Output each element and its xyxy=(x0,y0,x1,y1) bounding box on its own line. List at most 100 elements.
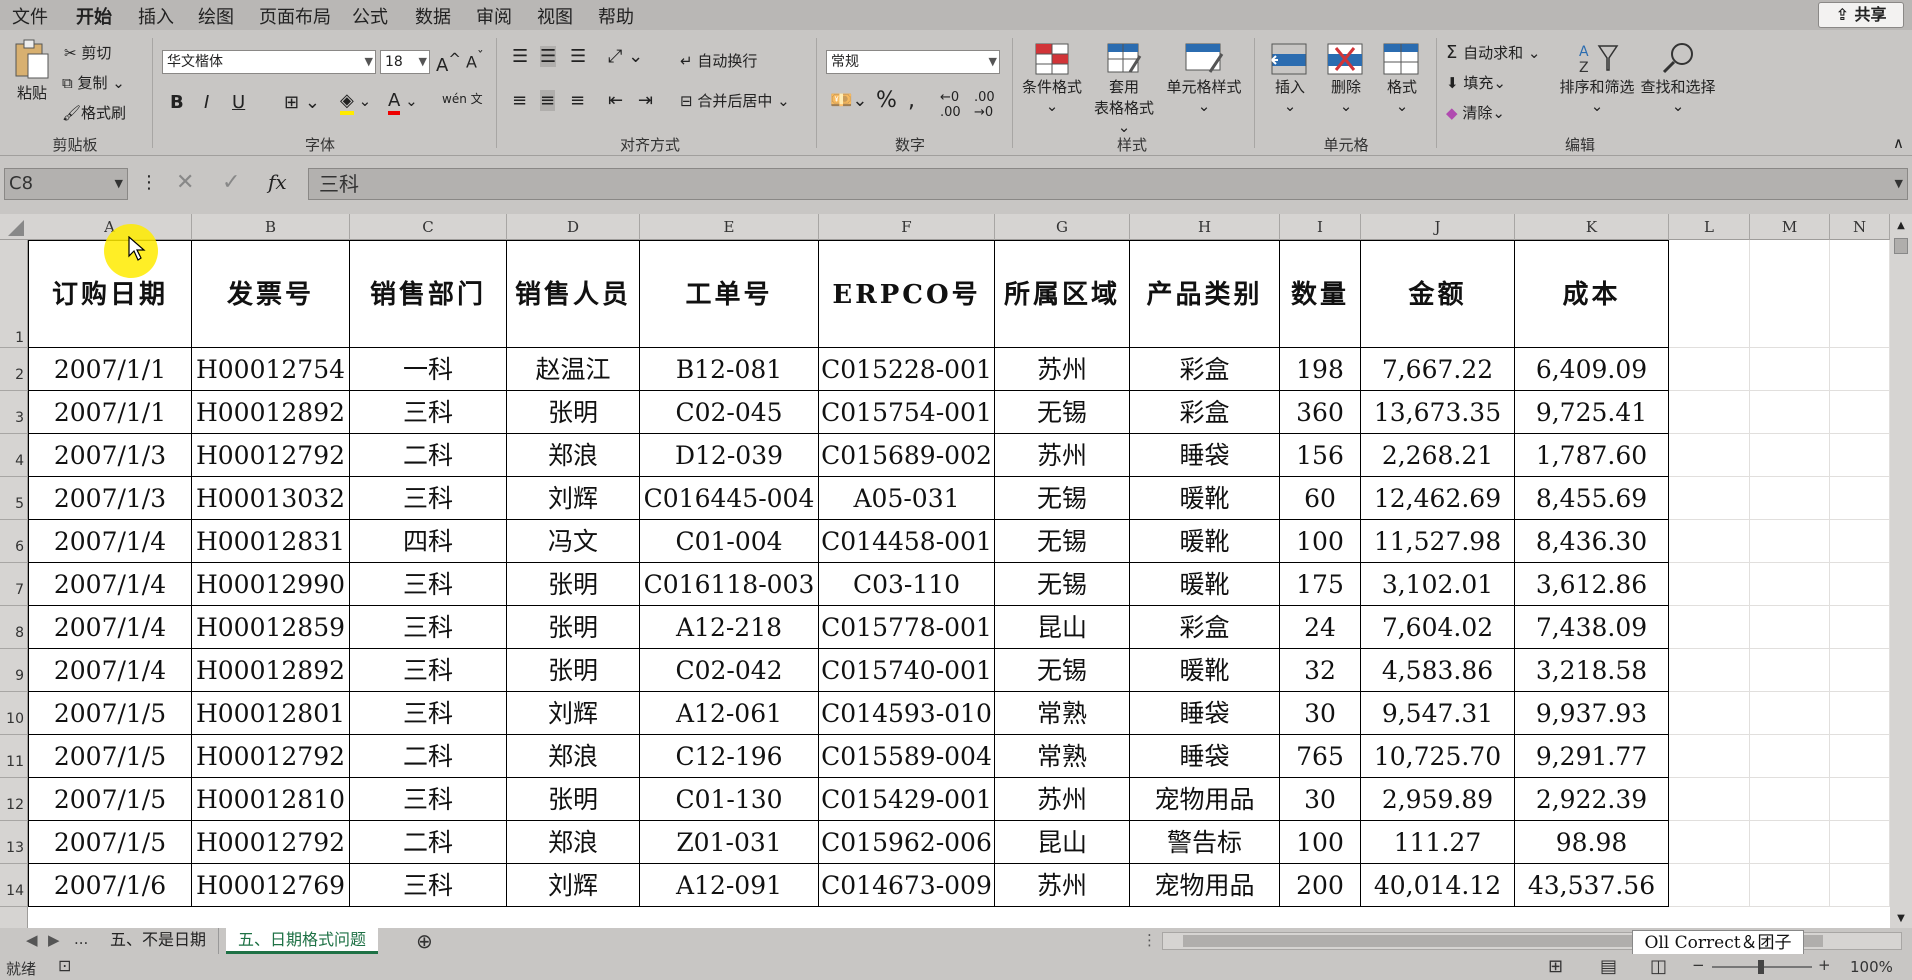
table-cell[interactable]: C015754-001 xyxy=(819,391,995,434)
table-header-cell[interactable]: 所属区域 xyxy=(995,240,1130,348)
empty-cell[interactable] xyxy=(1750,348,1830,391)
cut-button[interactable]: ✂ 剪切 xyxy=(64,42,111,63)
table-cell[interactable]: 刘辉 xyxy=(507,864,640,907)
menu-insert[interactable]: 插入 xyxy=(138,3,174,29)
table-cell[interactable]: 二科 xyxy=(350,821,507,864)
tab-split-handle[interactable]: ⋮ xyxy=(1142,931,1157,949)
table-cell[interactable]: 2007/1/4 xyxy=(28,649,192,692)
italic-button[interactable]: I xyxy=(204,92,209,113)
column-header-j[interactable]: J xyxy=(1361,214,1515,240)
column-header-f[interactable]: F xyxy=(819,214,995,240)
formula-input[interactable]: 三科 ▼ xyxy=(308,168,1908,200)
add-sheet-button[interactable]: ⊕ xyxy=(416,929,433,953)
table-cell[interactable]: A12-218 xyxy=(640,606,819,649)
menu-data[interactable]: 数据 xyxy=(415,3,451,29)
table-header-cell[interactable]: ERPCO号 xyxy=(819,240,995,348)
table-cell[interactable]: H00013032 xyxy=(192,477,350,520)
row-header-12[interactable]: 12 xyxy=(0,778,28,821)
table-cell[interactable]: H00012792 xyxy=(192,821,350,864)
format-painter-button[interactable]: 🖌格式刷 xyxy=(62,102,126,123)
table-cell[interactable]: 刘辉 xyxy=(507,477,640,520)
menu-file[interactable]: 文件 xyxy=(12,3,48,29)
table-cell[interactable]: 苏州 xyxy=(995,864,1130,907)
sort-filter-button[interactable]: AZ 排序和筛选 ⌄ xyxy=(1556,40,1638,115)
row-header-6[interactable]: 6 xyxy=(0,520,28,563)
table-cell[interactable]: 2007/1/5 xyxy=(28,692,192,735)
table-cell[interactable]: H00012859 xyxy=(192,606,350,649)
table-cell[interactable]: 睡袋 xyxy=(1130,434,1280,477)
table-cell[interactable]: 三科 xyxy=(350,692,507,735)
empty-cell[interactable] xyxy=(1830,821,1890,864)
row-header-2[interactable]: 2 xyxy=(0,348,28,391)
scroll-down-icon[interactable]: ▼ xyxy=(1893,913,1909,925)
table-header-cell[interactable]: 销售部门 xyxy=(350,240,507,348)
align-left-button[interactable]: ≡ xyxy=(512,90,527,111)
empty-cell[interactable] xyxy=(1750,563,1830,606)
row-header-10[interactable]: 10 xyxy=(0,692,28,735)
macro-record-icon[interactable]: ⊡ xyxy=(58,956,71,975)
table-cell[interactable]: 175 xyxy=(1280,563,1361,606)
table-cell[interactable]: 张明 xyxy=(507,649,640,692)
table-cell[interactable]: 2,268.21 xyxy=(1361,434,1515,477)
grow-font-button[interactable]: A^ xyxy=(436,50,461,76)
row-header-3[interactable]: 3 xyxy=(0,391,28,434)
column-header-d[interactable]: D xyxy=(507,214,640,240)
empty-cell[interactable] xyxy=(1669,821,1750,864)
table-cell[interactable]: 张明 xyxy=(507,778,640,821)
table-cell[interactable]: B12-081 xyxy=(640,348,819,391)
column-header-c[interactable]: C xyxy=(350,214,507,240)
table-cell[interactable]: 6,409.09 xyxy=(1515,348,1669,391)
empty-cell[interactable] xyxy=(1750,240,1830,348)
fill-color-button[interactable]: ◈ ⌄ xyxy=(340,90,371,115)
table-cell[interactable]: 2007/1/3 xyxy=(28,434,192,477)
table-cell[interactable]: 暖靴 xyxy=(1130,563,1280,606)
column-header-k[interactable]: K xyxy=(1515,214,1669,240)
table-cell[interactable]: 警告标 xyxy=(1130,821,1280,864)
table-cell[interactable]: 3,612.86 xyxy=(1515,563,1669,606)
sheet-tab-date-format[interactable]: 五、日期格式问题 xyxy=(226,928,379,954)
zoom-in-button[interactable]: + xyxy=(1818,956,1831,974)
row-header-5[interactable]: 5 xyxy=(0,477,28,520)
table-cell[interactable]: 1,787.60 xyxy=(1515,434,1669,477)
table-cell[interactable]: 三科 xyxy=(350,563,507,606)
comma-button[interactable]: , xyxy=(908,88,915,113)
row-header-9[interactable]: 9 xyxy=(0,649,28,692)
table-cell[interactable]: 苏州 xyxy=(995,348,1130,391)
empty-cell[interactable] xyxy=(1830,434,1890,477)
increase-decimal-button[interactable]: ←0.00 xyxy=(940,90,961,120)
table-cell[interactable]: 11,527.98 xyxy=(1361,520,1515,563)
cell-styles-button[interactable]: 单元格样式 ⌄ xyxy=(1160,42,1248,115)
empty-cell[interactable] xyxy=(1669,692,1750,735)
table-cell[interactable]: C015962-006 xyxy=(819,821,995,864)
table-cell[interactable]: 一科 xyxy=(350,348,507,391)
table-cell[interactable]: C015740-001 xyxy=(819,649,995,692)
table-cell[interactable]: H00012892 xyxy=(192,391,350,434)
table-cell[interactable]: 常熟 xyxy=(995,692,1130,735)
autosum-button[interactable]: Σ 自动求和 ⌄ xyxy=(1446,42,1540,63)
table-cell[interactable]: 睡袋 xyxy=(1130,735,1280,778)
empty-cell[interactable] xyxy=(1750,477,1830,520)
table-cell[interactable]: 无锡 xyxy=(995,649,1130,692)
table-header-cell[interactable]: 产品类别 xyxy=(1130,240,1280,348)
table-cell[interactable]: H00012801 xyxy=(192,692,350,735)
borders-button[interactable]: ⊞ ⌄ xyxy=(284,92,320,113)
table-cell[interactable]: 30 xyxy=(1280,692,1361,735)
table-cell[interactable]: 7,604.02 xyxy=(1361,606,1515,649)
menu-draw[interactable]: 绘图 xyxy=(198,3,234,29)
table-cell[interactable]: 2007/1/3 xyxy=(28,477,192,520)
table-cell[interactable]: 常熟 xyxy=(995,735,1130,778)
shrink-font-button[interactable]: Aˇ xyxy=(466,50,484,71)
normal-view-icon[interactable]: ⊞ xyxy=(1548,956,1563,977)
table-cell[interactable]: H00012792 xyxy=(192,735,350,778)
table-header-cell[interactable]: 金额 xyxy=(1361,240,1515,348)
table-cell[interactable]: 10,725.70 xyxy=(1361,735,1515,778)
zoom-slider-thumb[interactable] xyxy=(1758,960,1764,974)
empty-cell[interactable] xyxy=(1750,778,1830,821)
prev-sheet-icon[interactable]: ◀ xyxy=(26,931,38,949)
table-cell[interactable]: 9,937.93 xyxy=(1515,692,1669,735)
menu-page-layout[interactable]: 页面布局 xyxy=(259,3,331,29)
column-header-n[interactable]: N xyxy=(1830,214,1890,240)
check-icon[interactable]: ✓ xyxy=(222,170,240,195)
row-header-7[interactable]: 7 xyxy=(0,563,28,606)
table-cell[interactable]: 刘辉 xyxy=(507,692,640,735)
